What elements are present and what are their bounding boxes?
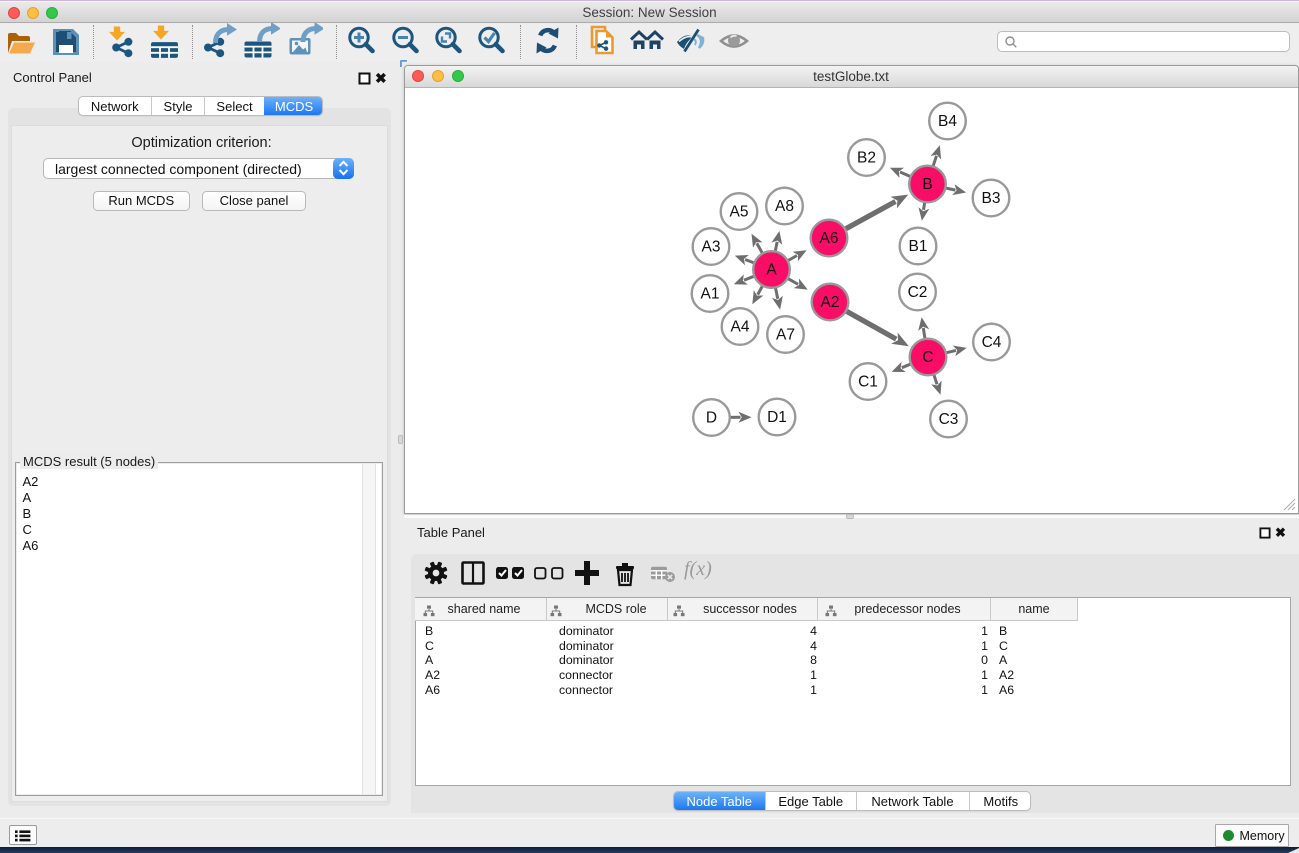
- svg-text:A3: A3: [701, 238, 720, 255]
- svg-text:A2: A2: [820, 294, 839, 311]
- svg-text:B: B: [922, 176, 932, 193]
- svg-text:C: C: [922, 349, 933, 366]
- svg-text:A1: A1: [700, 285, 719, 302]
- svg-text:A4: A4: [730, 318, 749, 335]
- svg-text:B3: B3: [981, 190, 1000, 207]
- svg-text:A5: A5: [729, 203, 748, 220]
- svg-text:C2: C2: [907, 284, 927, 301]
- svg-text:B1: B1: [908, 238, 927, 255]
- svg-text:A: A: [766, 261, 777, 278]
- svg-text:A6: A6: [819, 230, 838, 247]
- svg-text:C1: C1: [858, 373, 878, 390]
- svg-text:B2: B2: [857, 149, 876, 166]
- svg-text:B4: B4: [938, 113, 957, 130]
- svg-text:A8: A8: [775, 198, 794, 215]
- svg-text:C3: C3: [938, 411, 958, 428]
- svg-text:C4: C4: [981, 334, 1001, 351]
- svg-text:D: D: [705, 409, 716, 426]
- svg-text:D1: D1: [767, 409, 787, 426]
- svg-text:A7: A7: [776, 326, 795, 343]
